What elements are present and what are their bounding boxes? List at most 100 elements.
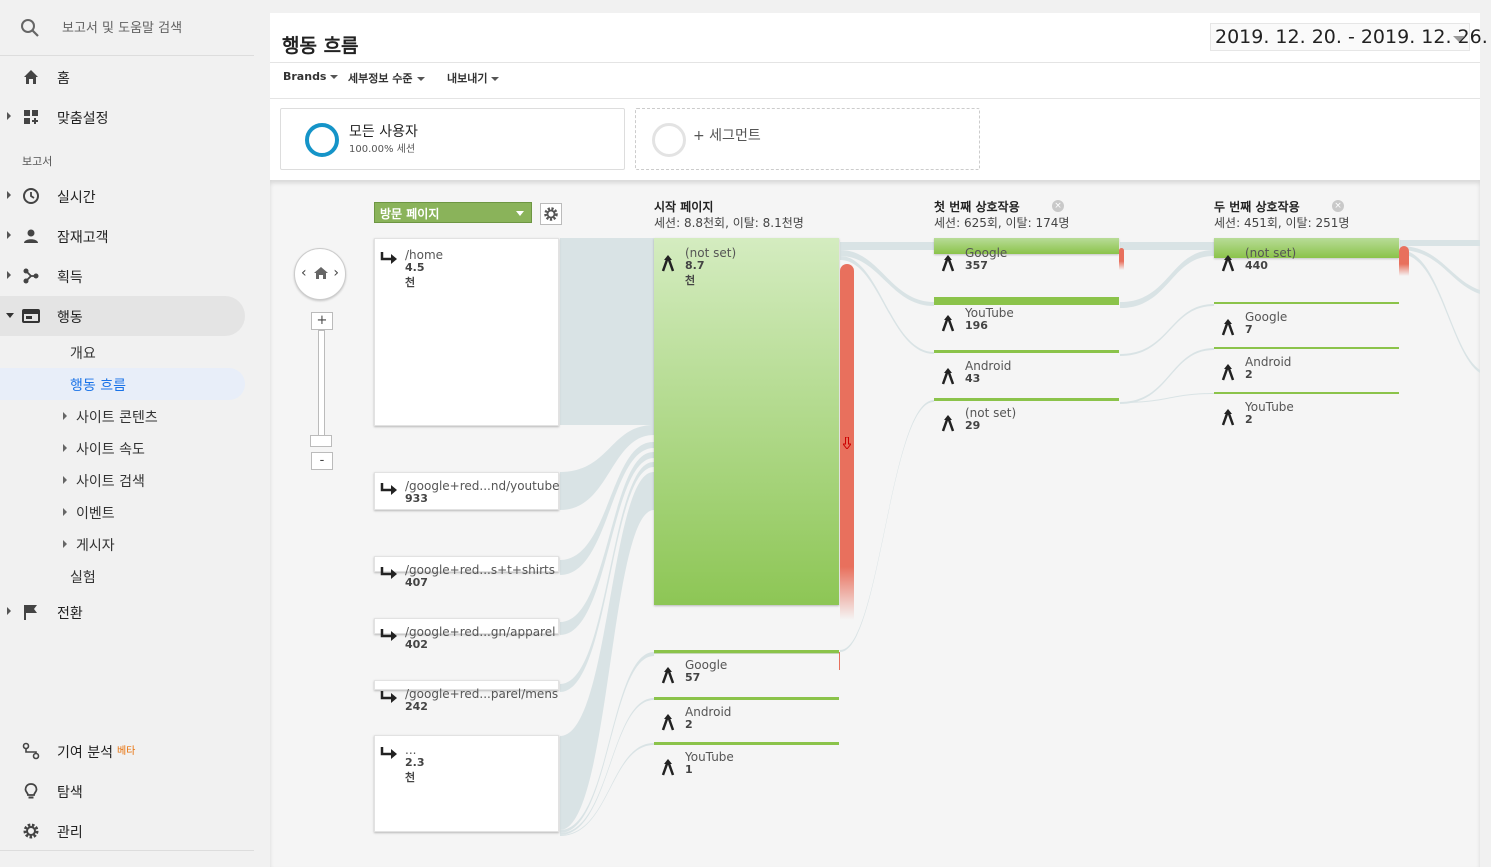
sidebar-subitem-overview[interactable]: 개요	[0, 336, 245, 368]
sidebar-item-home[interactable]: 홈	[0, 57, 245, 97]
sidebar-item-conversions[interactable]: 전환	[0, 592, 245, 632]
sidebar-item-label: 기여 분석	[57, 745, 113, 761]
segment-all-users[interactable]: 모든 사용자 100.00% 세션	[280, 108, 625, 170]
search-bar[interactable]: 보고서 및 도움말 검색	[0, 0, 254, 56]
second-node-bar[interactable]	[1214, 302, 1399, 304]
pan-right-icon[interactable]: ›	[333, 265, 339, 281]
landing-node[interactable]	[374, 238, 559, 426]
sidebar-item-label: 행동	[57, 310, 83, 326]
start-node-bar[interactable]	[654, 742, 839, 745]
pan-control[interactable]: ‹ ›	[294, 248, 346, 300]
flow-canvas[interactable]: ‹ › + - 방문 페이지 시작 페이지 세션: 8.8천회, 이탈: 8.1…	[270, 180, 1480, 867]
zoom-in-button[interactable]: +	[311, 312, 333, 330]
sidebar-item-label: 전환	[57, 606, 83, 622]
start-node-bar[interactable]	[654, 650, 839, 654]
node-value: 407	[405, 576, 428, 589]
first-node-bar[interactable]	[934, 398, 1119, 401]
sidebar-item-audience[interactable]: 잠재고객	[0, 216, 245, 256]
expand-caret-icon	[7, 112, 11, 120]
date-range-picker[interactable]: 2019. 12. 20. - 2019. 12. 26.	[1210, 23, 1488, 51]
sidebar-subitem-experiments[interactable]: 실험	[0, 560, 245, 592]
node-value: 29	[965, 419, 981, 432]
pan-left-icon[interactable]: ‹	[301, 265, 307, 281]
brands-dropdown[interactable]: Brands	[283, 70, 339, 83]
first-node-bar[interactable]	[934, 350, 1119, 353]
sidebar-item-behavior[interactable]: 행동	[0, 296, 245, 336]
flow-link	[1120, 304, 1214, 356]
sidebar-item-attribution[interactable]: 기여 분석 베타	[0, 731, 245, 771]
fork-icon	[1221, 409, 1235, 426]
close-column-icon[interactable]: ×	[1052, 200, 1064, 212]
node-value: 242	[405, 700, 428, 713]
zoom-slider-handle[interactable]	[310, 435, 332, 447]
fork-icon	[661, 759, 675, 776]
column-title-start: 시작 페이지	[654, 200, 714, 214]
sidebar-subitem-label: 사이트 검색	[76, 474, 145, 490]
person-icon	[24, 229, 38, 243]
acquisition-icon	[23, 268, 39, 284]
sidebar-subitem-publisher[interactable]: 게시자	[0, 528, 245, 560]
sidebar-item-acquisition[interactable]: 획득	[0, 256, 245, 296]
close-column-icon[interactable]: ×	[1332, 200, 1344, 212]
start-node-bar[interactable]	[654, 697, 839, 700]
sidebar-subitem-events[interactable]: 이벤트	[0, 496, 245, 528]
second-node-bar[interactable]	[1214, 347, 1399, 349]
sidebar-item-custom[interactable]: 맞춤설정	[0, 97, 245, 137]
first-node-bar[interactable]	[934, 238, 1119, 254]
node-value: 2	[685, 718, 693, 731]
node-name: /home	[405, 248, 444, 262]
sidebar-subitem-speed[interactable]: 사이트 속도	[0, 432, 245, 464]
first-node-bar[interactable]	[934, 297, 1119, 305]
landing-arrow-icon	[380, 567, 397, 579]
zoom-slider-track[interactable]	[318, 330, 325, 442]
gear-icon	[544, 207, 558, 221]
flag-icon	[24, 605, 37, 620]
sidebar-subitem-flow[interactable]: 행동 흐름	[0, 368, 245, 400]
empty-ring-icon	[652, 123, 686, 157]
flow-link	[560, 238, 654, 425]
behavior-icon	[22, 309, 40, 323]
sidebar-subitem-label: 사이트 콘텐츠	[76, 410, 158, 426]
node-value: 57	[685, 671, 701, 684]
flow-link	[840, 256, 934, 354]
column-stats-second: 세션: 451회, 이탈: 251명	[1214, 216, 1350, 230]
node-value: 933	[405, 492, 428, 505]
chevron-down-icon	[1453, 36, 1465, 42]
reports-section-label: 보고서	[22, 155, 53, 168]
sidebar-item-discover[interactable]: 탐색	[0, 771, 245, 811]
flow-link	[1400, 250, 1480, 373]
landing-arrow-icon	[380, 691, 397, 703]
dropoff-arrow-icon	[841, 434, 853, 450]
flow-link	[840, 250, 934, 306]
sidebar-item-label: 획득	[57, 270, 83, 286]
add-segment-label: + 세그먼트	[693, 128, 761, 144]
fork-icon	[1221, 319, 1235, 336]
node-value: 2	[1245, 368, 1253, 381]
second-node-bar[interactable]	[1214, 392, 1399, 394]
start-node-notset[interactable]	[654, 238, 839, 605]
home-icon[interactable]	[312, 264, 330, 282]
detail-level-label: 세부정보 수준	[348, 72, 413, 85]
node-value: 2.3천	[405, 756, 425, 784]
export-dropdown[interactable]: 내보내기	[447, 70, 500, 86]
node-value: 1	[685, 763, 693, 776]
sidebar-subitem-content[interactable]: 사이트 콘텐츠	[0, 400, 245, 432]
add-segment-button[interactable]: + 세그먼트	[635, 108, 980, 170]
sidebar-item-admin[interactable]: 관리	[0, 811, 245, 851]
sidebar-item-label: 맞춤설정	[57, 111, 109, 127]
sidebar-item-realtime[interactable]: 실시간	[0, 176, 245, 216]
clock-icon	[23, 188, 39, 204]
landing-node[interactable]	[374, 735, 559, 832]
node-value: 8.7천	[685, 259, 705, 287]
zoom-out-button[interactable]: -	[311, 452, 333, 470]
fork-icon	[661, 255, 675, 272]
sidebar-subitem-search[interactable]: 사이트 검색	[0, 464, 245, 496]
settings-button[interactable]	[540, 203, 562, 225]
flow-link	[840, 242, 934, 250]
segment-bar: 모든 사용자 100.00% 세션 + 세그먼트	[270, 98, 1480, 180]
second-node-bar[interactable]	[1214, 238, 1399, 258]
dimension-select[interactable]: 방문 페이지	[374, 202, 532, 223]
dashboard-icon	[24, 110, 38, 124]
detail-level-dropdown[interactable]: 세부정보 수준	[348, 70, 425, 86]
column-title-second: 두 번째 상호작용	[1214, 200, 1300, 214]
